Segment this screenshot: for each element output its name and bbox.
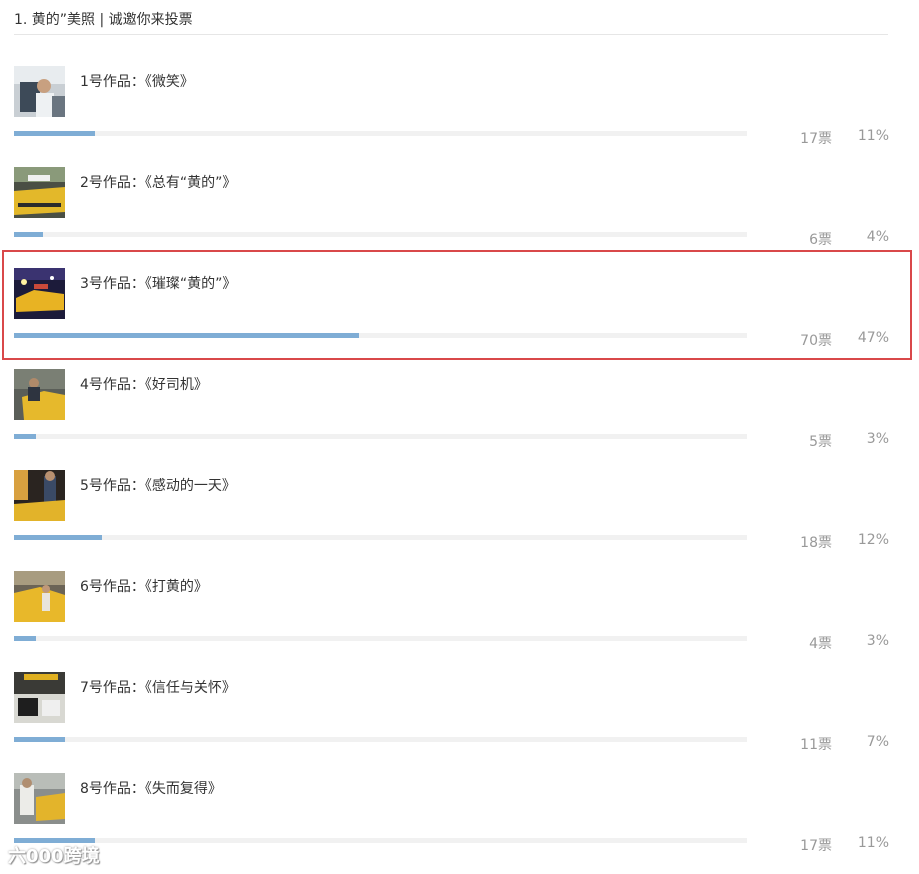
vote-bar-track bbox=[14, 232, 747, 237]
poll-option-8[interactable]: 8号作品：《失而复得》 17票 11% bbox=[0, 773, 919, 874]
vote-bar-fill bbox=[14, 737, 65, 742]
vote-percent: 4% bbox=[866, 229, 889, 245]
vote-percent: 3% bbox=[866, 633, 889, 649]
vote-bar-track bbox=[14, 333, 747, 338]
option-thumbnail[interactable] bbox=[14, 470, 65, 521]
option-thumbnail[interactable] bbox=[14, 369, 65, 420]
vote-count: 17票 bbox=[800, 131, 832, 147]
vote-percent: 11% bbox=[857, 835, 889, 851]
option-label: 8号作品：《失而复得》 bbox=[80, 781, 222, 797]
option-label: 1号作品：《微笑》 bbox=[80, 74, 194, 90]
option-label: 5号作品：《感动的一天》 bbox=[80, 478, 236, 494]
poll-option-2[interactable]: 2号作品：《总有“黄的”》 6票 4% bbox=[0, 167, 919, 268]
vote-bar-track bbox=[14, 636, 747, 641]
poll-option-5[interactable]: 5号作品：《感动的一天》 18票 12% bbox=[0, 470, 919, 571]
vote-count: 6票 bbox=[809, 232, 832, 248]
option-thumbnail[interactable] bbox=[14, 167, 65, 218]
poll-option-3[interactable]: 3号作品：《璀璨“黄的”》 70票 47% bbox=[0, 268, 919, 369]
vote-count: 18票 bbox=[800, 535, 832, 551]
poll-title: 1. 黄的”美照 | 诚邀你来投票 bbox=[14, 12, 193, 28]
vote-bar-track bbox=[14, 737, 747, 742]
vote-bar-fill bbox=[14, 232, 43, 237]
vote-bar-fill bbox=[14, 131, 95, 136]
vote-percent: 47% bbox=[857, 330, 889, 346]
vote-bar-track bbox=[14, 838, 747, 843]
vote-bar-track bbox=[14, 131, 747, 136]
option-thumbnail[interactable] bbox=[14, 672, 65, 723]
option-label: 3号作品：《璀璨“黄的”》 bbox=[80, 276, 237, 292]
option-label: 6号作品：《打黄的》 bbox=[80, 579, 208, 595]
option-thumbnail[interactable] bbox=[14, 773, 65, 824]
vote-count: 5票 bbox=[809, 434, 832, 450]
vote-bar-track bbox=[14, 535, 747, 540]
vote-bar-track bbox=[14, 434, 747, 439]
vote-bar-fill bbox=[14, 535, 102, 540]
vote-bar-fill bbox=[14, 434, 36, 439]
vote-count: 17票 bbox=[800, 838, 832, 854]
poll-option-6[interactable]: 6号作品：《打黄的》 4票 3% bbox=[0, 571, 919, 672]
poll-option-1[interactable]: 1号作品：《微笑》 17票 11% bbox=[0, 66, 919, 167]
option-label: 7号作品：《信任与关怀》 bbox=[80, 680, 236, 696]
poll-option-4[interactable]: 4号作品：《好司机》 5票 3% bbox=[0, 369, 919, 470]
option-label: 2号作品：《总有“黄的”》 bbox=[80, 175, 237, 191]
poll-option-7[interactable]: 7号作品：《信任与关怀》 11票 7% bbox=[0, 672, 919, 773]
vote-percent: 3% bbox=[866, 431, 889, 447]
option-thumbnail[interactable] bbox=[14, 66, 65, 117]
watermark: 六000跨境 bbox=[8, 846, 100, 867]
option-thumbnail[interactable] bbox=[14, 268, 65, 319]
vote-percent: 11% bbox=[857, 128, 889, 144]
vote-count: 70票 bbox=[800, 333, 832, 349]
title-divider bbox=[14, 34, 888, 35]
vote-count: 4票 bbox=[809, 636, 832, 652]
vote-bar-fill bbox=[14, 636, 36, 641]
vote-percent: 7% bbox=[866, 734, 889, 750]
option-label: 4号作品：《好司机》 bbox=[80, 377, 208, 393]
vote-count: 11票 bbox=[800, 737, 832, 753]
option-thumbnail[interactable] bbox=[14, 571, 65, 622]
vote-bar-fill bbox=[14, 333, 359, 338]
vote-percent: 12% bbox=[857, 532, 889, 548]
